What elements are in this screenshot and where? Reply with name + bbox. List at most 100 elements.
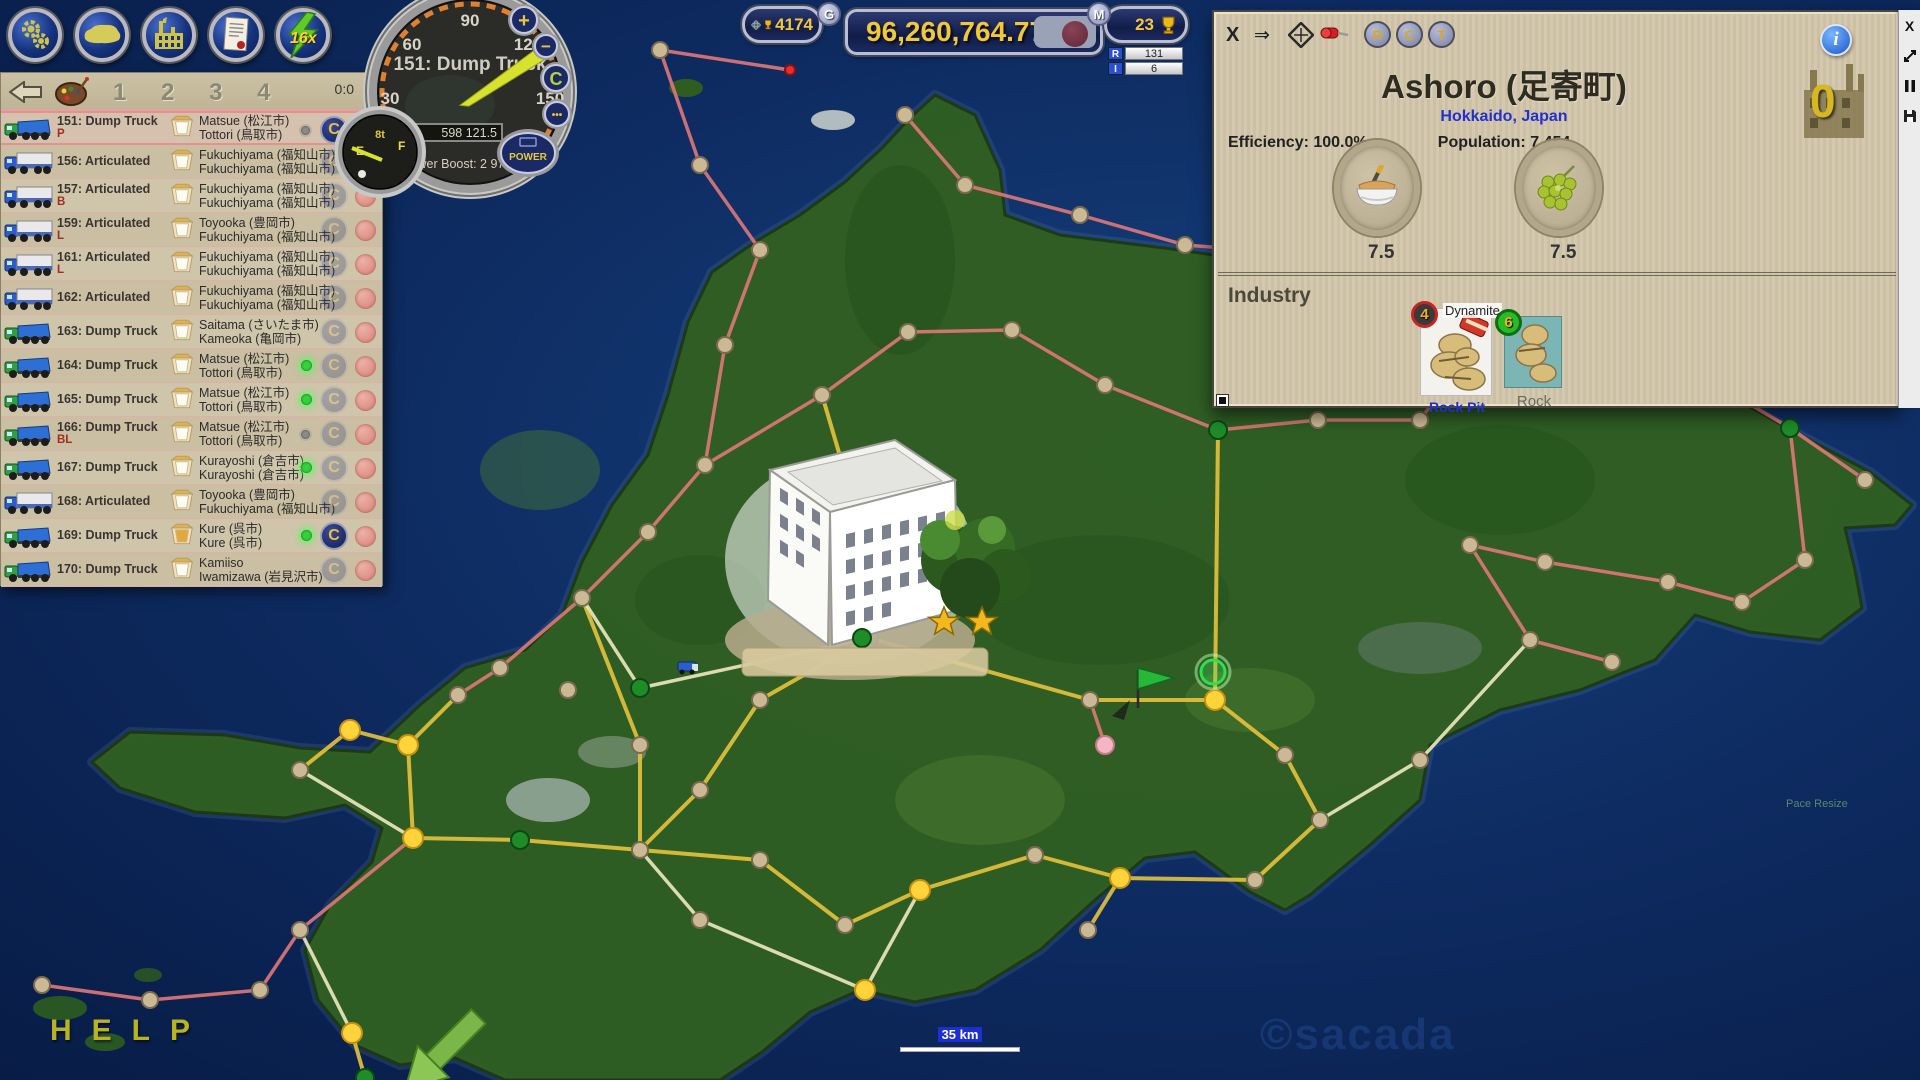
vehicle-row[interactable]: 151: Dump TruckPMatsue (松江市)Tottori (鳥取市… xyxy=(1,111,382,145)
tab-3[interactable]: 3 xyxy=(209,79,236,106)
route-stop-button[interactable] xyxy=(355,220,376,241)
route-stop-button[interactable] xyxy=(355,458,376,479)
route-stop-button[interactable] xyxy=(355,288,376,309)
map-node[interactable] xyxy=(450,687,466,703)
furano-node[interactable] xyxy=(853,629,871,647)
tab-4[interactable]: 4 xyxy=(257,79,284,106)
route-stop-button[interactable] xyxy=(355,322,376,343)
m-badge[interactable]: M xyxy=(1087,2,1111,26)
map-node[interactable] xyxy=(837,917,853,933)
route-segment[interactable] xyxy=(700,165,760,250)
vehicle-row[interactable]: 157: ArticulatedBFukuchiyama (福知山市)Fukuc… xyxy=(1,179,382,213)
refresh-route-button[interactable]: C xyxy=(320,522,348,550)
refresh-route-button[interactable]: C xyxy=(320,454,348,482)
map-node[interactable] xyxy=(1277,747,1293,763)
map-node[interactable] xyxy=(752,242,768,258)
map-node[interactable] xyxy=(1209,421,1227,439)
tab-1[interactable]: 1 xyxy=(113,79,140,106)
map-node[interactable] xyxy=(1797,552,1813,568)
residential-filter-button[interactable]: R xyxy=(1364,21,1391,48)
map-node[interactable] xyxy=(1110,868,1130,888)
help-label[interactable]: HELP xyxy=(50,1014,210,1048)
back-arrow-button[interactable] xyxy=(9,81,43,103)
route-segment[interactable] xyxy=(150,990,260,1000)
refresh-route-button[interactable]: C xyxy=(320,420,348,448)
route-stop-button[interactable] xyxy=(355,356,376,377)
map-node[interactable] xyxy=(717,337,733,353)
map-node[interactable] xyxy=(1205,690,1225,710)
route-stop-button[interactable] xyxy=(355,560,376,581)
map-node[interactable] xyxy=(1310,412,1326,428)
map-node[interactable] xyxy=(398,735,418,755)
route-segment[interactable] xyxy=(413,838,520,840)
map-node[interactable] xyxy=(1312,812,1328,828)
vehicle-row[interactable]: 166: Dump TruckBLMatsue (松江市)Tottori (鳥取… xyxy=(1,417,382,451)
industry-rock-pit[interactable]: 4 Dynamite Rock Pit xyxy=(1420,308,1492,396)
map-node[interactable] xyxy=(640,524,656,540)
map-node[interactable] xyxy=(342,1023,362,1043)
route-segment[interactable] xyxy=(660,50,700,165)
route-stop-button[interactable] xyxy=(355,492,376,513)
map-node[interactable] xyxy=(1097,377,1113,393)
refresh-route-button[interactable]: C xyxy=(320,250,348,278)
map-node[interactable] xyxy=(1027,847,1043,863)
route-segment[interactable] xyxy=(1120,878,1255,880)
map-node[interactable] xyxy=(785,65,795,75)
map-node[interactable] xyxy=(900,324,916,340)
map-node[interactable] xyxy=(356,1069,374,1080)
map-node[interactable] xyxy=(632,842,648,858)
map-node[interactable] xyxy=(752,852,768,868)
map-node[interactable] xyxy=(1082,692,1098,708)
vehicle-row[interactable]: 164: Dump TruckMatsue (松江市)Tottori (鳥取市)… xyxy=(1,349,382,383)
map-node[interactable] xyxy=(910,880,930,900)
map-node[interactable] xyxy=(1781,419,1799,437)
map-node[interactable] xyxy=(1734,594,1750,610)
map-node[interactable] xyxy=(1177,237,1193,253)
panel-option-checkbox[interactable] xyxy=(1216,394,1229,407)
map-node[interactable] xyxy=(652,42,668,58)
map-node[interactable] xyxy=(1072,207,1088,223)
vehicle-group-tabs[interactable]: 1 2 3 4 xyxy=(113,79,284,107)
map-node[interactable] xyxy=(340,720,360,740)
map-node[interactable] xyxy=(292,762,308,778)
vehicle-row[interactable]: 156: ArticulatedFukuchiyama (福知山市)Fukuch… xyxy=(1,145,382,179)
zoom-out-button[interactable]: − xyxy=(532,32,560,60)
map-node[interactable] xyxy=(692,782,708,798)
window-pause-button[interactable] xyxy=(1902,78,1918,94)
vehicles-button[interactable] xyxy=(75,8,129,62)
map-node[interactable] xyxy=(1096,736,1114,754)
refresh-route-button[interactable]: C xyxy=(320,352,348,380)
industries-button[interactable] xyxy=(142,8,196,62)
vehicle-row[interactable]: 162: ArticulatedFukuchiyama (福知山市)Fukuch… xyxy=(1,281,382,315)
city-factories-button[interactable]: 0 xyxy=(1796,60,1872,144)
gauge-more-button[interactable]: ••• xyxy=(542,99,572,129)
vehicle-row[interactable]: 169: Dump TruckKure (呉市)Kure (呉市)C xyxy=(1,519,382,553)
refresh-route-button[interactable]: C xyxy=(320,556,348,584)
pin-icon[interactable] xyxy=(1320,20,1350,48)
map-node[interactable] xyxy=(814,387,830,403)
game-speed-button[interactable]: 16x xyxy=(276,8,330,62)
map-node[interactable] xyxy=(1004,322,1020,338)
map-node[interactable] xyxy=(692,157,708,173)
map-node[interactable] xyxy=(631,679,649,697)
demand-grapes-button[interactable]: 7.5 xyxy=(1516,140,1602,236)
map-node[interactable] xyxy=(1660,574,1676,590)
map-node[interactable] xyxy=(692,912,708,928)
center-map-icon[interactable] xyxy=(1288,22,1314,48)
settings-button[interactable] xyxy=(8,8,62,62)
window-resize-button[interactable] xyxy=(1902,48,1918,64)
route-segment[interactable] xyxy=(260,930,300,990)
gold-trophy-counter[interactable]: 4174 xyxy=(742,6,822,43)
map-node[interactable] xyxy=(1412,752,1428,768)
map-node[interactable] xyxy=(1604,654,1620,670)
map-node[interactable] xyxy=(897,107,913,123)
route-stop-button[interactable] xyxy=(355,390,376,411)
map-node[interactable] xyxy=(252,982,268,998)
map-node[interactable] xyxy=(574,590,590,606)
map-node[interactable] xyxy=(1537,554,1553,570)
refresh-route-button[interactable]: C xyxy=(320,318,348,346)
refresh-route-button[interactable]: C xyxy=(320,386,348,414)
route-stop-button[interactable] xyxy=(355,526,376,547)
map-node[interactable] xyxy=(752,692,768,708)
vehicle-row[interactable]: 168: ArticulatedToyooka (豊岡市)Fukuchiyama… xyxy=(1,485,382,519)
